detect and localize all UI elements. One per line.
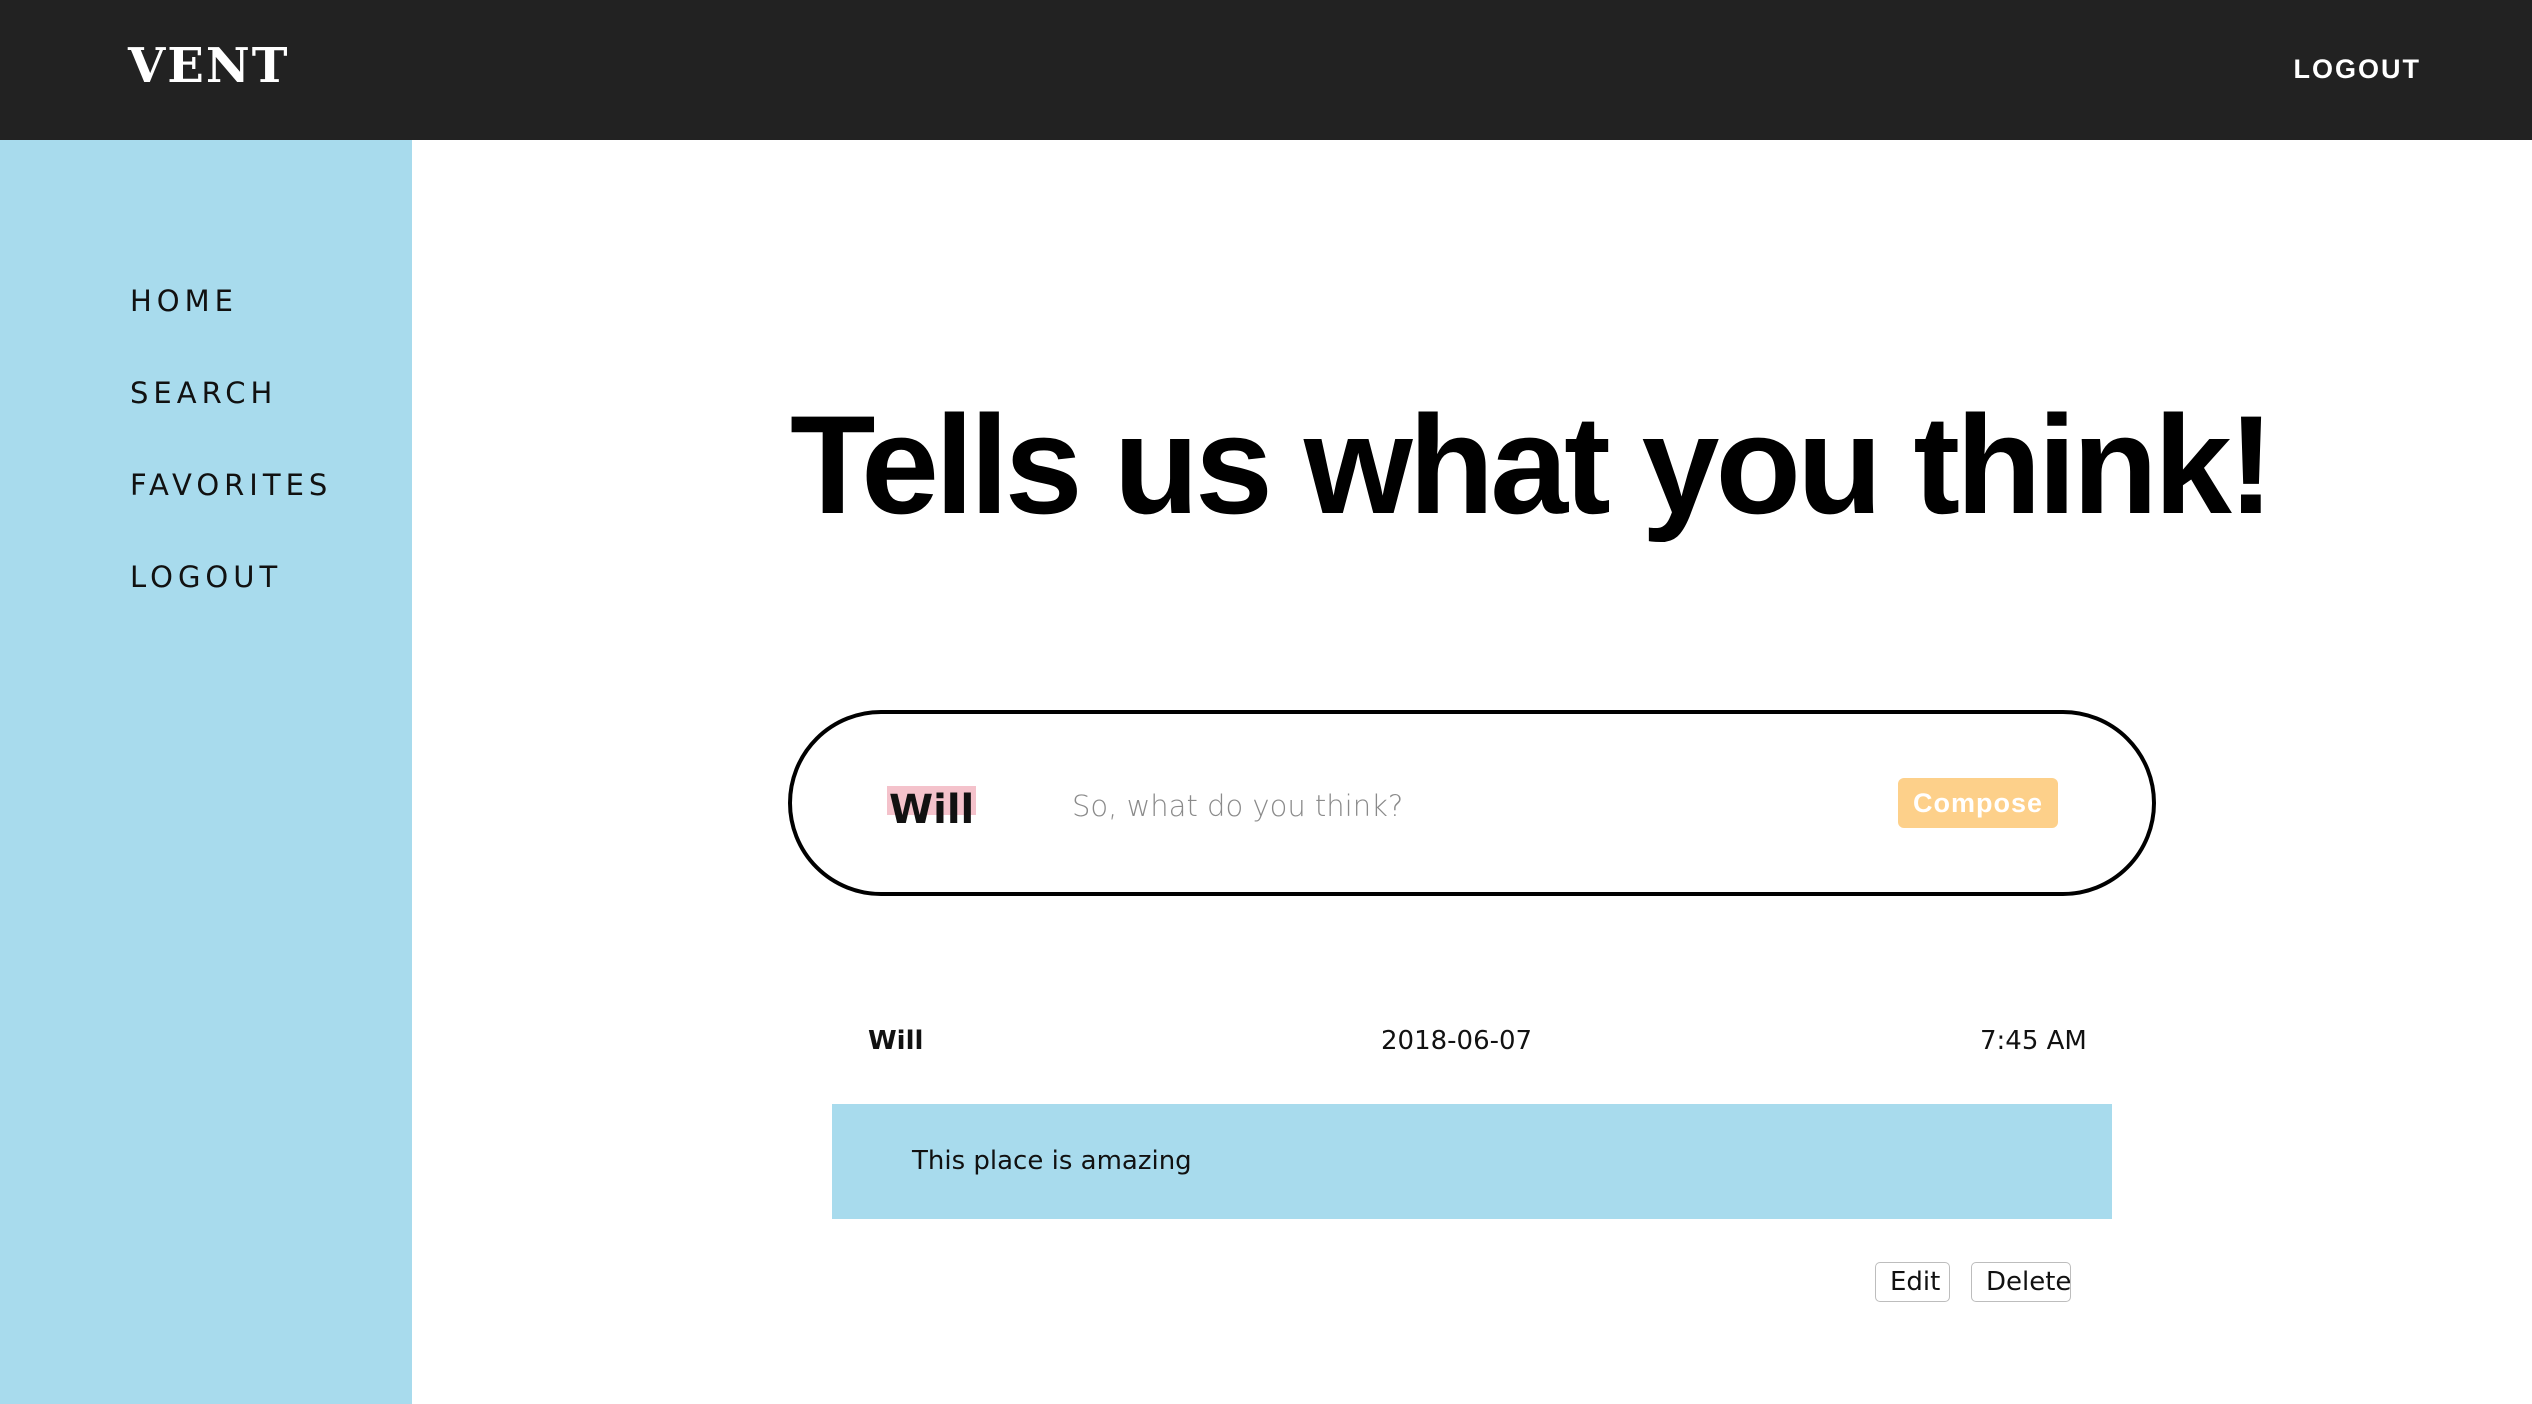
post-username: Will [868,1026,924,1056]
header-logout-link[interactable]: LOGOUT [2294,54,2422,85]
post-body: This place is amazing [832,1104,2112,1219]
sidebar-item-search[interactable]: SEARCH [130,376,277,410]
sidebar: HOME SEARCH FAVORITES LOGOUT [0,140,412,1404]
sidebar-item-home[interactable]: HOME [130,284,238,318]
top-navbar: VENT LOGOUT [0,0,2532,140]
sidebar-item-favorites[interactable]: FAVORITES [130,468,332,502]
page-title: Tells us what you think! [790,386,2274,543]
brand-logo[interactable]: VENT [128,38,289,94]
edit-button[interactable]: Edit [1875,1262,1950,1302]
delete-button[interactable]: Delete [1971,1262,2071,1302]
post-time: 7:45 AM [1980,1026,2087,1056]
compose-username: Will [887,786,977,834]
post-text: This place is amazing [912,1146,1192,1176]
compose-form: Will Compose [788,710,2156,896]
post-date: 2018-06-07 [1381,1026,1533,1056]
sidebar-item-logout[interactable]: LOGOUT [130,560,282,594]
compose-input[interactable] [1072,774,1852,838]
compose-button[interactable]: Compose [1898,778,2058,828]
